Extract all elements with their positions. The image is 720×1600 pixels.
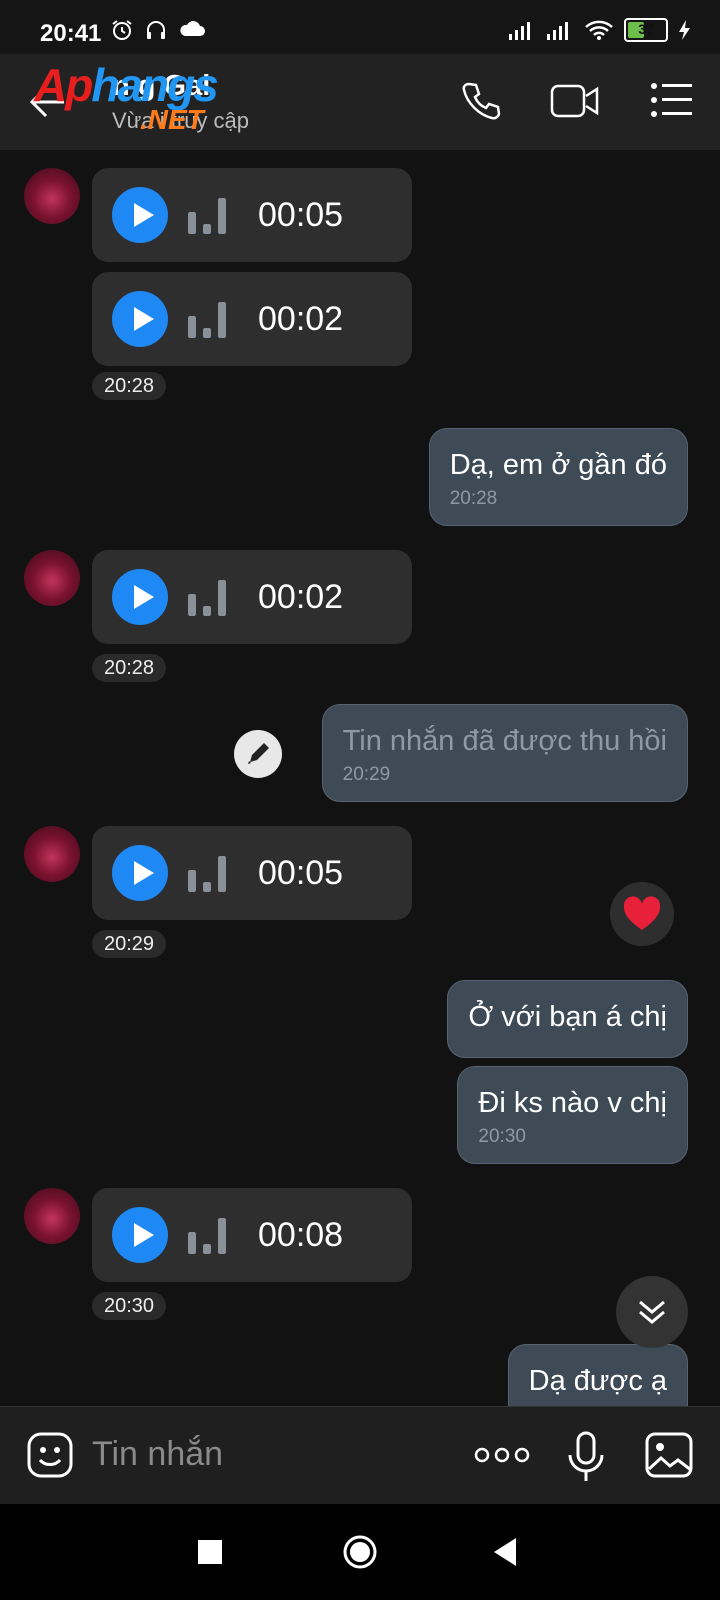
status-time: 20:41 (40, 20, 102, 47)
alarm-icon (112, 20, 132, 40)
signal-icon (509, 22, 530, 40)
double-chevron-down-icon (639, 1300, 665, 1324)
voice-duration: 00:02 (258, 578, 344, 616)
chat-header: n g Gai Vừa i truy cập Aphangs .NET (0, 54, 720, 150)
audio-level-icon (188, 198, 226, 234)
message-time: 20:28 (449, 488, 498, 509)
message-text: Đi ks nào v chị (478, 1087, 667, 1119)
message-time: 20:29 (342, 764, 391, 785)
status-bar: 20:41 37 (0, 0, 720, 54)
heart-icon (623, 896, 661, 930)
voice-message[interactable]: 00:05 (92, 168, 412, 262)
play-icon[interactable] (112, 845, 168, 901)
microphone-icon[interactable] (566, 1431, 606, 1483)
audio-level-icon (188, 856, 226, 892)
recents-button-icon[interactable] (198, 1540, 222, 1564)
play-icon[interactable] (112, 187, 168, 243)
signal-icon-2 (547, 22, 568, 40)
charging-icon (679, 20, 690, 40)
reaction-button[interactable] (610, 882, 674, 946)
message-text: Tin nhắn đã được thu hồi (342, 725, 667, 757)
message-time: 20:30 (478, 1126, 526, 1147)
audio-level-icon (188, 302, 226, 338)
voice-duration: 00:08 (258, 1216, 344, 1254)
menu-list-icon[interactable] (650, 80, 694, 120)
play-icon[interactable] (112, 1207, 168, 1263)
scroll-to-bottom-button[interactable] (616, 1276, 688, 1348)
emoji-sticker-icon[interactable] (26, 1431, 74, 1479)
contact-avatar[interactable] (24, 1188, 80, 1244)
play-icon[interactable] (112, 569, 168, 625)
system-navigation-bar (0, 1504, 720, 1600)
outgoing-message[interactable]: Đi ks nào v chị 20:30 (457, 1066, 688, 1164)
play-icon[interactable] (112, 291, 168, 347)
headphones-icon (147, 21, 165, 39)
message-timestamp: 20:28 (92, 372, 167, 400)
back-button-icon[interactable] (494, 1538, 518, 1566)
message-input[interactable]: Tin nhắn (92, 1435, 223, 1474)
outgoing-message[interactable]: Ở với bạn á chị (447, 980, 688, 1058)
wifi-icon (585, 20, 613, 40)
recalled-message[interactable]: Tin nhắn đã được thu hồi 20:29 (321, 704, 688, 802)
more-options-icon[interactable] (474, 1445, 530, 1465)
battery-icon: 37 (624, 18, 668, 42)
outgoing-message[interactable]: Dạ được ạ (507, 1344, 688, 1406)
voice-duration: 00:05 (258, 854, 344, 892)
voice-message[interactable]: 00:08 (92, 1188, 412, 1282)
audio-level-icon (188, 580, 226, 616)
message-timestamp: 20:29 (92, 930, 167, 958)
message-text: Dạ được ạ (528, 1365, 667, 1397)
edit-pencil-icon[interactable] (234, 730, 282, 778)
voice-message[interactable]: 00:05 (92, 826, 412, 920)
voice-message[interactable]: 00:02 (92, 272, 412, 366)
message-timestamp: 20:30 (92, 1292, 167, 1320)
contact-avatar[interactable] (24, 550, 80, 606)
home-button-icon[interactable] (342, 1534, 378, 1570)
chat-message-list[interactable]: 00:05 00:02 20:28 Dạ, em ở gần đó 20:28 … (0, 150, 720, 1406)
cloud-icon (180, 21, 205, 36)
message-timestamp: 20:28 (92, 654, 167, 682)
message-composer: Tin nhắn (0, 1406, 720, 1505)
voice-message[interactable]: 00:02 (92, 550, 412, 644)
contact-avatar[interactable] (24, 168, 80, 224)
image-gallery-icon[interactable] (644, 1431, 694, 1479)
contact-avatar[interactable] (24, 826, 80, 882)
message-text: Ở với bạn á chị (468, 1001, 667, 1033)
outgoing-message[interactable]: Dạ, em ở gần đó 20:28 (428, 428, 688, 526)
message-text: Dạ, em ở gần đó (449, 449, 667, 481)
watermark-net: .NET (140, 104, 204, 135)
voice-duration: 00:05 (258, 196, 344, 234)
audio-level-icon (188, 1218, 226, 1254)
video-call-icon[interactable] (550, 80, 600, 122)
phone-call-icon[interactable] (460, 80, 502, 122)
voice-duration: 00:02 (258, 300, 344, 338)
